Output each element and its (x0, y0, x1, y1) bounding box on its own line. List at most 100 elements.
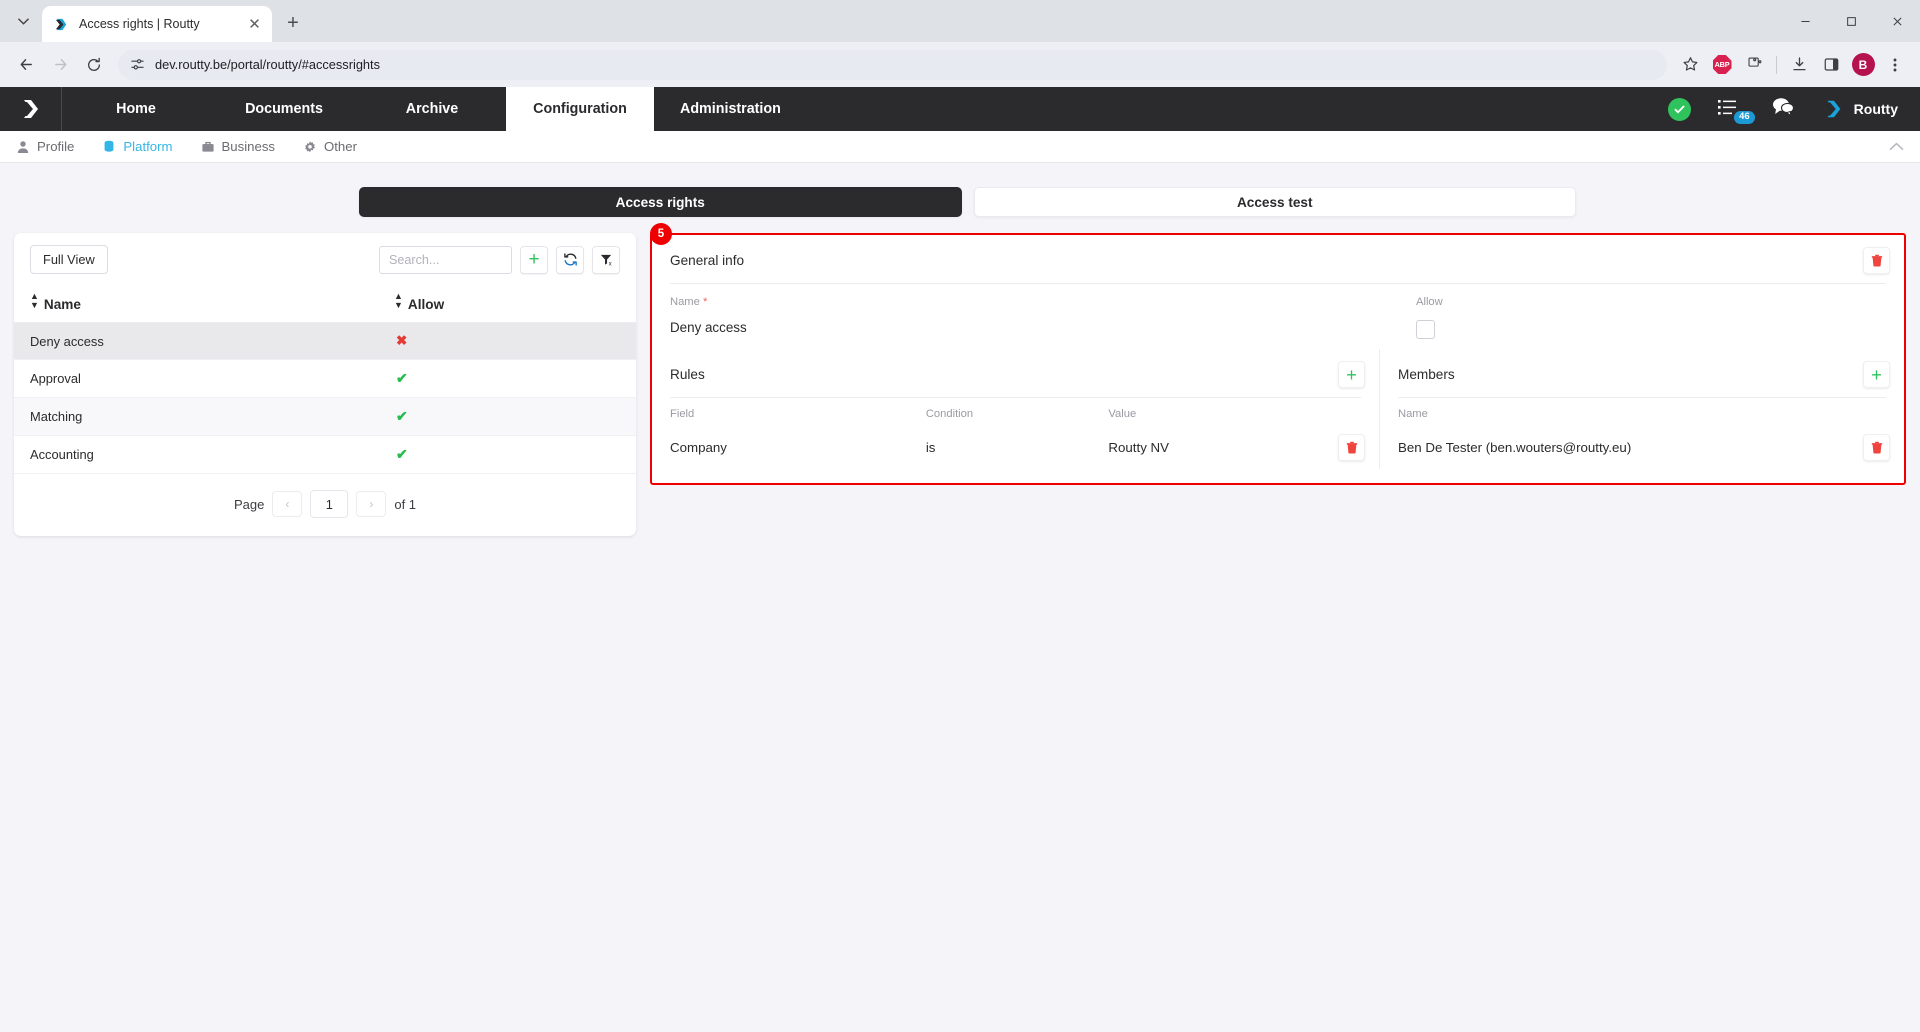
pagination-total: of 1 (394, 497, 416, 512)
sub-nav-label-business: Business (222, 139, 276, 154)
trash-icon (1870, 254, 1884, 268)
back-button[interactable] (10, 49, 42, 81)
extensions-puzzle-icon[interactable] (1739, 50, 1769, 80)
access-rights-table: ▲▼Name ▲▼Allow Deny access ✖ (14, 286, 636, 474)
page-content: Access rights Access test Full View + (0, 163, 1920, 536)
close-window-icon[interactable] (1874, 0, 1920, 42)
clear-filter-button[interactable]: x (592, 246, 620, 274)
required-marker: * (703, 296, 707, 308)
table-row[interactable]: Matching ✔ (14, 398, 636, 436)
browser-tab-strip: Access rights | Routty ✕ + (0, 0, 1920, 42)
page-number-input[interactable]: 1 (310, 490, 348, 518)
trash-icon (1870, 441, 1884, 455)
check-circle-icon[interactable] (1668, 98, 1691, 121)
application-root: Home Documents Archive Configuration Adm… (0, 87, 1920, 1032)
table-row[interactable]: Accounting ✔ (14, 436, 636, 474)
view-tab-switch: Access rights Access test (14, 187, 1906, 217)
next-page-button[interactable]: › (356, 491, 386, 517)
sub-nav-item-platform[interactable]: Platform (102, 139, 172, 154)
rules-column-field: Field (652, 398, 926, 422)
profile-avatar[interactable]: B (1848, 50, 1878, 80)
cell-name: Deny access (14, 323, 388, 360)
star-icon[interactable] (1675, 50, 1705, 80)
members-header: Members + (1380, 349, 1904, 388)
sub-nav-label-profile: Profile (37, 139, 74, 154)
member-name: Ben De Tester (ben.wouters@routty.eu) (1380, 422, 1860, 469)
add-member-button[interactable]: + (1863, 361, 1890, 388)
allow-mark-icon: ✔ (396, 446, 408, 462)
add-access-right-button[interactable]: + (520, 246, 548, 274)
maximize-icon[interactable] (1828, 0, 1874, 42)
task-count-badge: 46 (1734, 111, 1755, 124)
delete-member-button[interactable] (1863, 434, 1890, 461)
allow-field-label: Allow (1416, 296, 1886, 308)
site-settings-icon[interactable] (130, 57, 145, 72)
rule-condition: is (926, 422, 1109, 469)
sort-icon: ▲▼ (30, 292, 39, 310)
delete-rule-button[interactable] (1338, 434, 1365, 461)
nav-item-administration[interactable]: Administration (654, 87, 807, 131)
refresh-button[interactable] (556, 246, 584, 274)
chevron-down-icon (18, 16, 29, 27)
routty-logo-icon (53, 16, 70, 33)
allow-checkbox[interactable] (1416, 320, 1435, 339)
downloads-icon[interactable] (1784, 50, 1814, 80)
nav-item-home[interactable]: Home (62, 87, 210, 131)
column-header-name[interactable]: ▲▼Name (14, 286, 388, 323)
member-actions (1860, 422, 1904, 469)
access-right-detail-pane: 5 General info (650, 233, 1906, 485)
column-header-allow[interactable]: ▲▼Allow (388, 286, 636, 323)
forward-button[interactable] (44, 49, 76, 81)
table-row[interactable]: Deny access ✖ (14, 323, 636, 360)
nav-item-documents[interactable]: Documents (210, 87, 358, 131)
nav-item-configuration[interactable]: Configuration (506, 87, 654, 131)
general-info-header: General info (652, 235, 1904, 274)
new-tab-button[interactable]: + (278, 8, 308, 38)
rules-table-row[interactable]: Company is Routty NV (652, 422, 1379, 469)
cell-name: Accounting (14, 436, 388, 474)
profile-avatar-letter: B (1852, 53, 1875, 76)
full-view-button[interactable]: Full View (30, 245, 108, 274)
sub-nav-item-other[interactable]: Other (303, 139, 357, 154)
close-icon[interactable]: ✕ (245, 15, 264, 34)
user-icon (16, 140, 30, 154)
user-menu[interactable]: Routty (1821, 97, 1898, 121)
table-header: ▲▼Name ▲▼Allow (14, 286, 636, 323)
sub-navigation: Profile Platform Business Other (0, 131, 1920, 163)
members-table-row[interactable]: Ben De Tester (ben.wouters@routty.eu) (1380, 422, 1904, 469)
search-input[interactable] (379, 246, 512, 274)
browser-tab-title: Access rights | Routty (79, 17, 236, 31)
chat-bubble-icon[interactable] (1771, 96, 1795, 122)
sub-nav-item-business[interactable]: Business (201, 139, 276, 154)
address-bar[interactable]: dev.routty.be/portal/routty/#accessright… (118, 50, 1667, 80)
add-rule-button[interactable]: + (1338, 361, 1365, 388)
browser-tab[interactable]: Access rights | Routty ✕ (42, 6, 272, 42)
allow-field-group: Allow (1416, 296, 1886, 339)
allow-mark-icon: ✔ (396, 408, 408, 424)
sub-nav-item-profile[interactable]: Profile (16, 139, 74, 154)
task-list-icon[interactable]: 46 (1717, 98, 1745, 120)
nav-item-archive[interactable]: Archive (358, 87, 506, 131)
tab-access-rights[interactable]: Access rights (359, 187, 962, 217)
rules-section: Rules + Field Condition Value (652, 349, 1380, 469)
adblock-plus-icon[interactable]: ABP (1707, 50, 1737, 80)
refresh-icon (563, 252, 578, 267)
side-panel-icon[interactable] (1816, 50, 1846, 80)
routty-logo-icon[interactable] (0, 87, 62, 131)
sub-nav-label-platform: Platform (123, 139, 172, 154)
chrome-menu-icon[interactable] (1880, 50, 1910, 80)
routty-logo-icon (1821, 97, 1845, 121)
chevron-up-icon[interactable] (1889, 142, 1904, 151)
minimize-icon[interactable] (1782, 0, 1828, 42)
tab-access-test[interactable]: Access test (974, 187, 1577, 217)
pagination-label: Page (234, 497, 264, 512)
name-field-value[interactable]: Deny access (670, 320, 1416, 335)
reload-button[interactable] (78, 49, 110, 81)
members-section: Members + Name (1380, 349, 1904, 469)
delete-access-right-button[interactable] (1863, 247, 1890, 274)
tab-search-button[interactable] (6, 4, 40, 38)
prev-page-button[interactable]: ‹ (272, 491, 302, 517)
sort-icon: ▲▼ (394, 292, 403, 310)
table-row[interactable]: Approval ✔ (14, 360, 636, 398)
members-title: Members (1398, 367, 1455, 382)
